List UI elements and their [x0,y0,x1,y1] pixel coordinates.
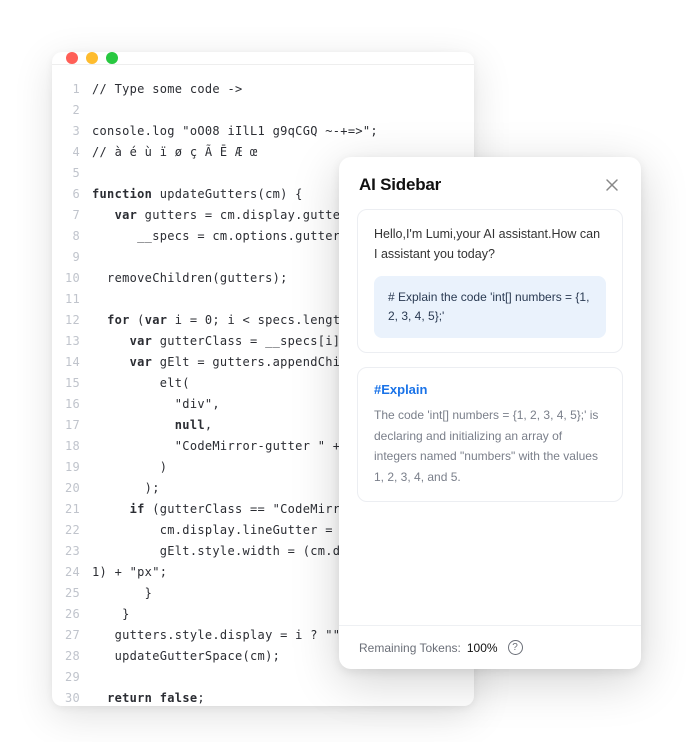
sidebar-title: AI Sidebar [359,175,441,195]
line-number: 1 [52,79,80,100]
code-line[interactable]: return false; [92,688,474,706]
explain-card: #Explain The code 'int[] numbers = {1, 2… [357,367,623,502]
code-line[interactable] [92,667,474,688]
line-number: 16 [52,394,80,415]
sidebar-body: Hello,I'm Lumi,your AI assistant.How can… [339,209,641,625]
line-number: 22 [52,520,80,541]
window-titlebar [52,52,474,65]
tokens-value: 100% [467,641,498,655]
line-number: 14 [52,352,80,373]
line-number: 11 [52,289,80,310]
line-number: 23 [52,541,80,562]
code-line[interactable]: console.log "oO08 iIlL1 g9qCGQ ~-+=>"; [92,121,474,142]
line-number: 26 [52,604,80,625]
line-number: 30 [52,688,80,706]
code-line[interactable]: // Type some code -> [92,79,474,100]
greeting-text: Hello,I'm Lumi,your AI assistant.How can… [374,224,606,264]
code-line[interactable] [92,100,474,121]
line-number: 6 [52,184,80,205]
line-number: 5 [52,163,80,184]
line-number: 21 [52,499,80,520]
close-sidebar-button[interactable] [603,176,621,194]
greeting-card: Hello,I'm Lumi,your AI assistant.How can… [357,209,623,353]
tokens-label: Remaining Tokens: [359,641,461,655]
line-number: 15 [52,373,80,394]
minimize-window-icon[interactable] [86,52,98,64]
sidebar-footer: Remaining Tokens: 100% ? [339,625,641,669]
line-number: 20 [52,478,80,499]
line-number: 13 [52,331,80,352]
line-number: 8 [52,226,80,247]
ai-sidebar-panel: AI Sidebar Hello,I'm Lumi,your AI assist… [339,157,641,669]
line-number: 10 [52,268,80,289]
close-window-icon[interactable] [66,52,78,64]
help-icon[interactable]: ? [508,640,523,655]
sidebar-header: AI Sidebar [339,157,641,209]
line-number: 12 [52,310,80,331]
line-number: 3 [52,121,80,142]
line-number: 25 [52,583,80,604]
line-number: 28 [52,646,80,667]
maximize-window-icon[interactable] [106,52,118,64]
line-number: 19 [52,457,80,478]
line-number: 4 [52,142,80,163]
explain-body: The code 'int[] numbers = {1, 2, 3, 4, 5… [374,405,606,487]
user-message: # Explain the code 'int[] numbers = {1, … [374,276,606,338]
line-number: 27 [52,625,80,646]
explain-heading: #Explain [374,382,606,397]
line-number-gutter: 1234567891011121314151617181920212223242… [52,79,92,706]
line-number: 7 [52,205,80,226]
line-number: 24 [52,562,80,583]
line-number: 9 [52,247,80,268]
line-number: 2 [52,100,80,121]
line-number: 17 [52,415,80,436]
line-number: 29 [52,667,80,688]
close-icon [605,178,619,192]
line-number: 18 [52,436,80,457]
